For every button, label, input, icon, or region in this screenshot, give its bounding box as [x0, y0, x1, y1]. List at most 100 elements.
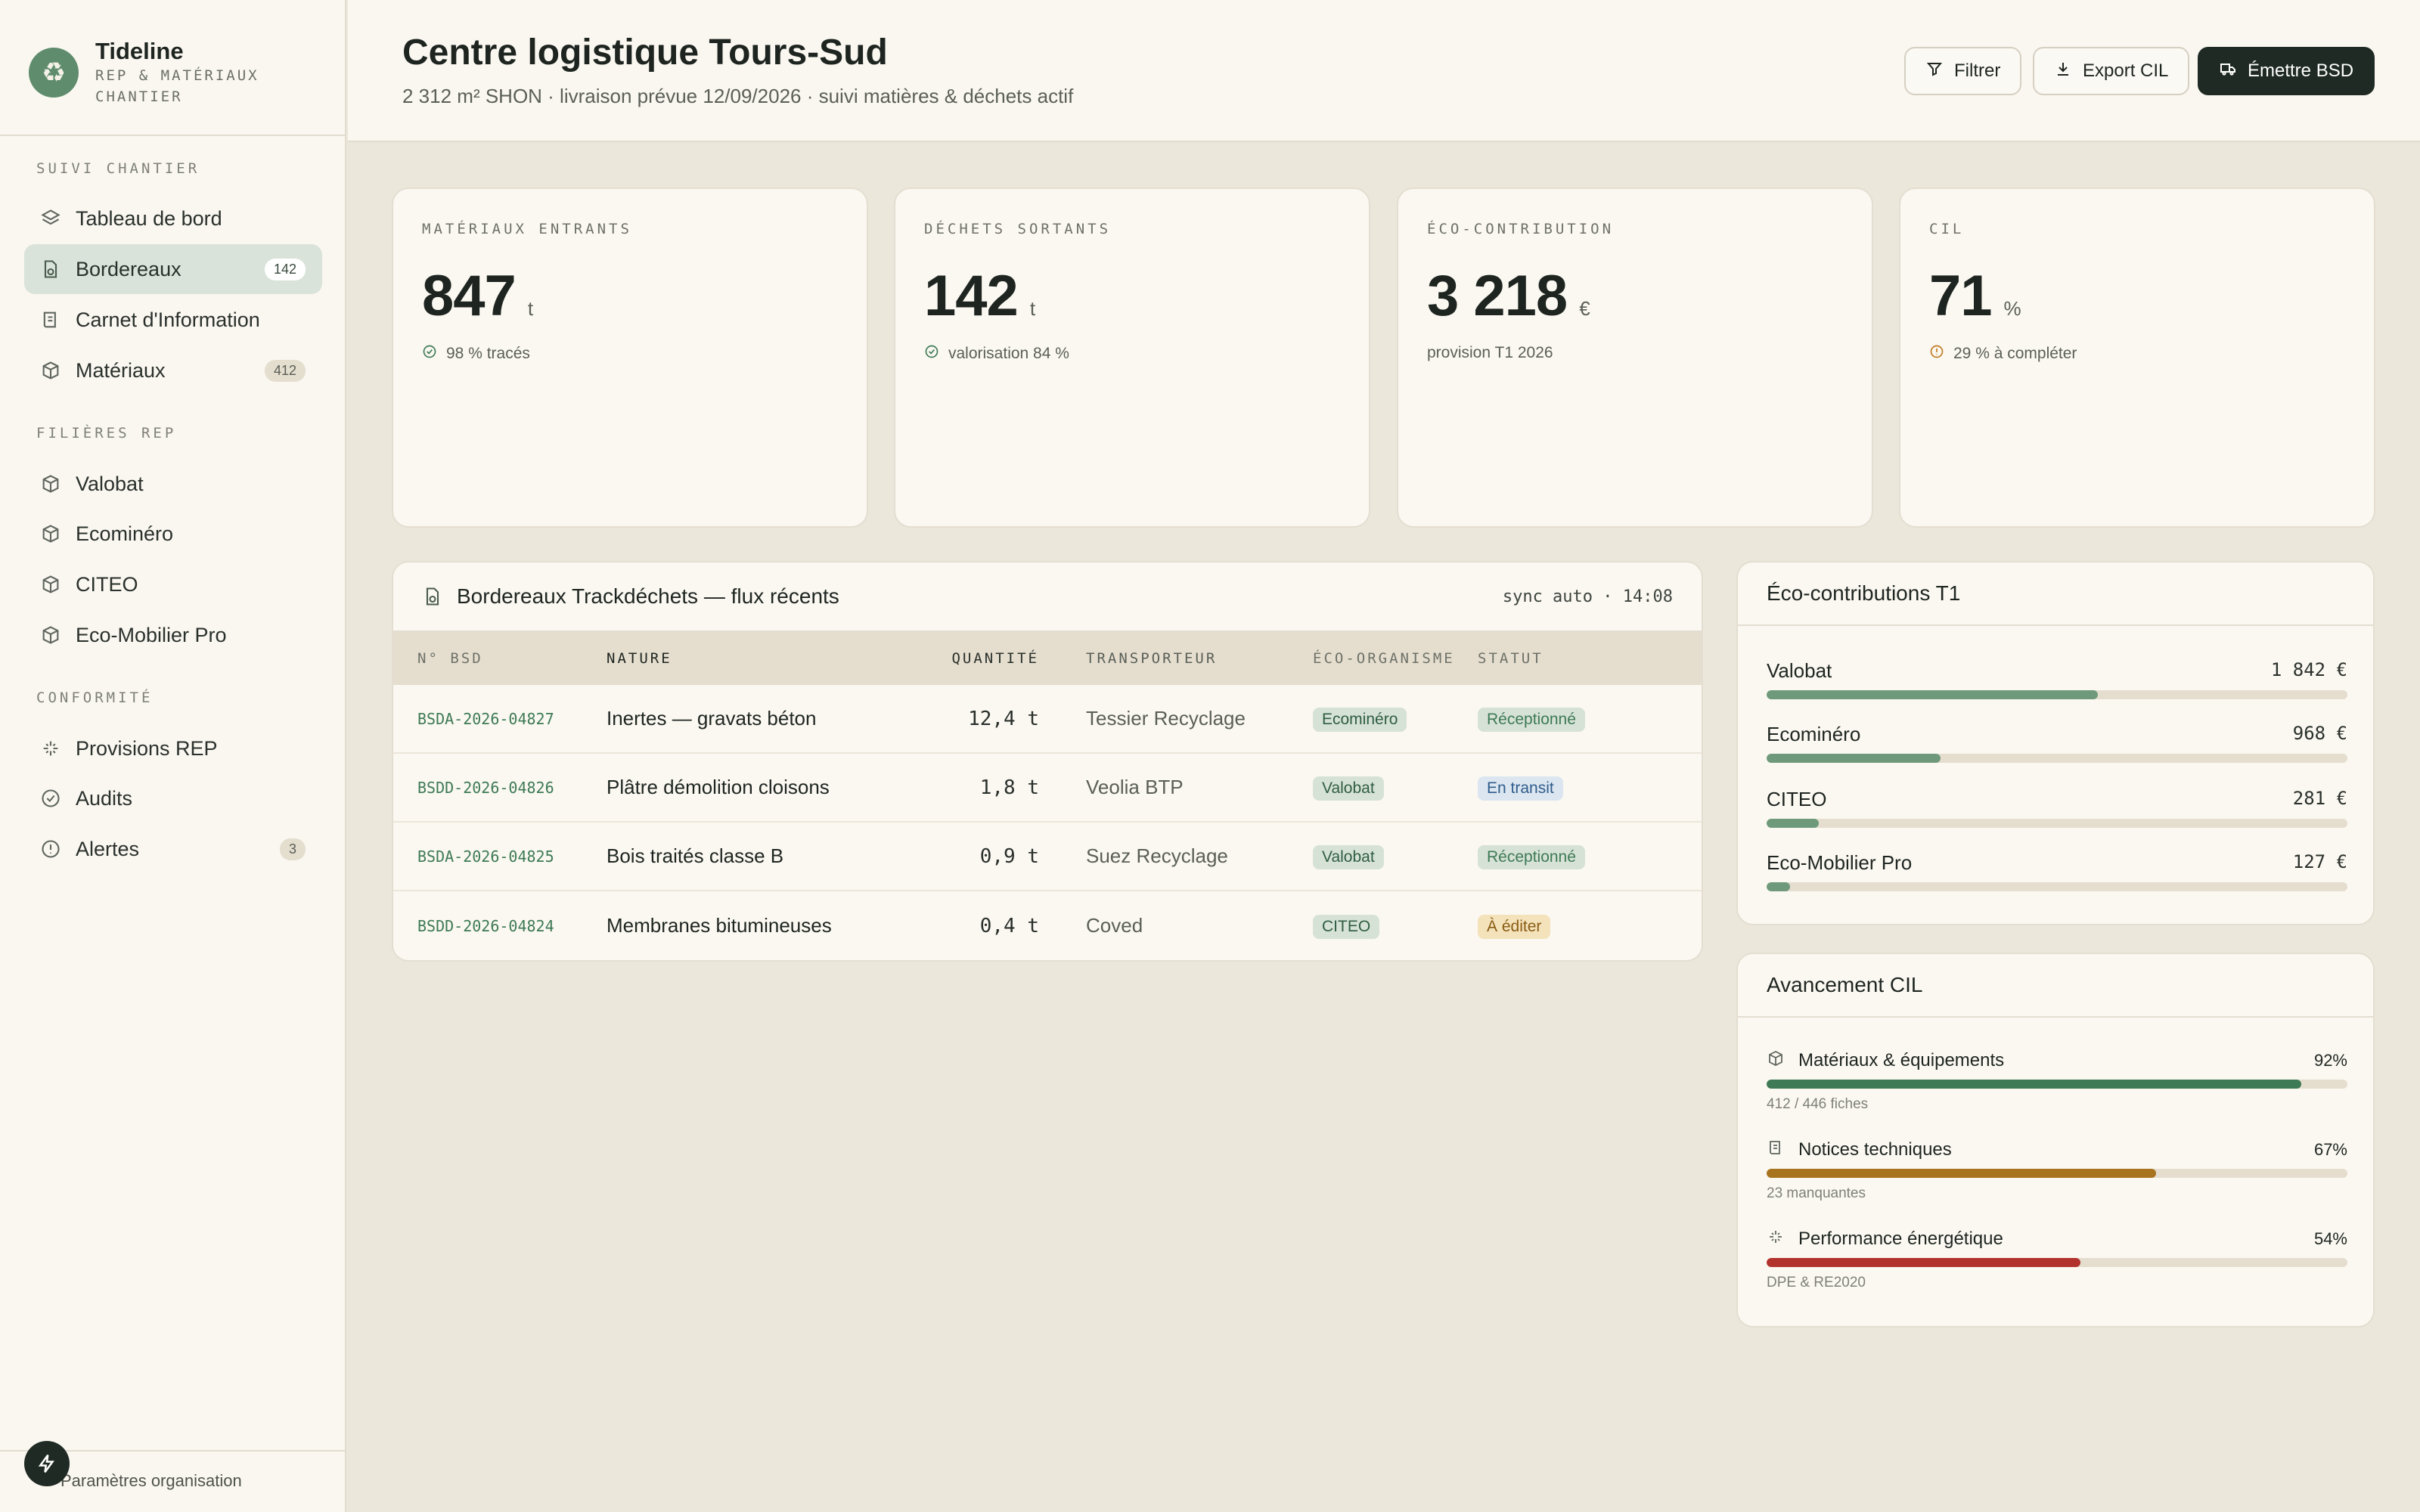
count-badge: 412	[264, 359, 306, 382]
kpi-value: 142	[924, 264, 1019, 328]
sidebar-item-ecominero[interactable]: Ecominéro	[24, 509, 322, 559]
truck-icon	[2219, 60, 2237, 83]
cil-progress-row: Performance énergétique 54% DPE & RE2020	[1767, 1228, 2347, 1291]
column-header[interactable]: TRANSPORTEUR	[1039, 650, 1266, 667]
filter-button[interactable]: Filtrer	[1904, 47, 2022, 95]
panel-title: Éco-contributions T1	[1767, 581, 1961, 605]
column-header[interactable]: ÉCO-ORGANISME	[1266, 650, 1478, 667]
eco-name: Eco-Mobilier Pro	[1767, 851, 1913, 874]
document-recycle-icon	[39, 258, 62, 280]
page-subtitle: 2 312 m² SHON · livraison prévue 12/09/2…	[402, 85, 1074, 107]
kpi-unit: t	[527, 297, 534, 320]
eco-amount: 968 €	[2292, 723, 2347, 744]
sidebar-item-bordereaux[interactable]: Bordereaux 142	[24, 244, 322, 294]
eco-bar-fill	[1767, 754, 1941, 763]
sidebar-item-tableau-de-bord[interactable]: Tableau de bord	[24, 194, 322, 243]
quantity: 0,9 t	[979, 844, 1039, 868]
cil-item-sub: 412 / 446 fiches	[1767, 1096, 1869, 1112]
sidebar-item-label: Bordereaux	[76, 257, 182, 280]
bsd-id[interactable]: BSDA-2026-04827	[393, 710, 607, 728]
emit-bsd-button[interactable]: Émettre BSD	[2198, 47, 2375, 95]
column-header[interactable]: STATUT	[1478, 650, 1629, 667]
column-header[interactable]: NATURE	[607, 650, 918, 667]
sidebar-item-eco-mobilier[interactable]: Eco-Mobilier Pro	[24, 610, 322, 660]
brand-subtitle: CHANTIER	[95, 88, 183, 105]
kpi-note: provision T1 2026	[1427, 344, 1553, 361]
carrier: Coved	[1086, 914, 1143, 937]
notebook-icon	[1767, 1139, 1786, 1161]
page-header: Centre logistique Tours-Sud 2 312 m² SHO…	[348, 0, 2420, 142]
table-row[interactable]: BSDA-2026-04827 Inertes — gravats béton …	[393, 685, 1702, 754]
sidebar-item-alertes[interactable]: Alertes 3	[24, 824, 322, 874]
export-cil-button[interactable]: Export CIL	[2033, 47, 2190, 95]
nature: Inertes — gravats béton	[607, 707, 817, 730]
sidebar-item-label: Valobat	[76, 472, 144, 495]
cil-item-percent: 67%	[2313, 1140, 2347, 1159]
eco-contribution-row: CITEO 281 €	[1767, 788, 2347, 828]
kpi-value: 71	[1929, 264, 1993, 328]
kpi-label: DÉCHETS SORTANTS	[924, 221, 1112, 237]
status-badge: Réceptionné	[1478, 707, 1585, 732]
bsd-id[interactable]: BSDD-2026-04824	[393, 917, 607, 935]
bsd-id[interactable]: BSDA-2026-04825	[393, 847, 607, 866]
kpi-unit: t	[1029, 297, 1036, 320]
sidebar-item-audits[interactable]: Audits	[24, 773, 322, 823]
carrier: Veolia BTP	[1086, 776, 1184, 798]
quantity: 12,4 t	[968, 707, 1039, 730]
page-title: Centre logistique Tours-Sud	[402, 33, 888, 73]
sparkle-icon	[1767, 1228, 1786, 1250]
cil-item-name: Notices techniques	[1798, 1139, 1952, 1160]
kpi-unit: €	[1579, 297, 1590, 320]
sidebar-item-carnet[interactable]: Carnet d'Information	[24, 295, 322, 345]
sidebar-item-materiaux[interactable]: Matériaux 412	[24, 345, 322, 395]
table-row[interactable]: BSDD-2026-04824 Membranes bitumineuses 0…	[393, 891, 1702, 960]
check-circle-icon	[39, 787, 62, 810]
eco-contribution-row: Ecominéro 968 €	[1767, 723, 2347, 763]
eco-contribution-row: Valobat 1 842 €	[1767, 659, 2347, 699]
notebook-icon	[39, 308, 62, 331]
sidebar-item-provisions[interactable]: Provisions REP	[24, 723, 322, 773]
column-header[interactable]: N° BSD	[393, 650, 607, 667]
table-row[interactable]: BSDD-2026-04826 Plâtre démolition cloiso…	[393, 754, 1702, 823]
eco-name: Valobat	[1767, 659, 1832, 682]
check-circle-icon	[422, 344, 437, 364]
eco-amount: 127 €	[2292, 851, 2347, 872]
nav-section-filieres: FILIÈRES REP	[36, 425, 177, 442]
settings-link[interactable]: Paramètres organisation	[60, 1471, 242, 1491]
eco-amount: 1 842 €	[2270, 659, 2347, 680]
status-badge: Réceptionné	[1478, 844, 1585, 869]
cil-bar-fill	[1767, 1169, 2156, 1178]
eco-contributions-panel: Éco-contributions T1 Valobat 1 842 € Ecom…	[1736, 561, 2375, 925]
cube-icon	[39, 359, 62, 382]
eco-contribution-row: Eco-Mobilier Pro 127 €	[1767, 851, 2347, 891]
bolt-icon[interactable]	[24, 1441, 70, 1486]
brand-name: Tideline	[95, 38, 184, 64]
eco-organisme-badge: Valobat	[1313, 776, 1384, 801]
kpi-value: 3 218	[1427, 264, 1568, 328]
sidebar-item-valobat[interactable]: Valobat	[24, 459, 322, 509]
brand[interactable]: ♻ Tideline REP & MATÉRIAUX CHANTIER	[29, 38, 259, 107]
check-circle-icon	[924, 344, 939, 364]
panel-title: Bordereaux Trackdéchets — flux récents	[457, 584, 839, 608]
document-recycle-icon	[422, 586, 443, 607]
cube-icon	[39, 624, 62, 646]
cil-item-sub: 23 manquantes	[1767, 1185, 1866, 1201]
status-badge: En transit	[1478, 776, 1563, 801]
bsd-id[interactable]: BSDD-2026-04826	[393, 779, 607, 797]
cube-icon	[39, 573, 62, 596]
divider	[0, 135, 345, 136]
status-badge: À éditer	[1478, 914, 1551, 939]
export-label: Export CIL	[2083, 60, 2169, 81]
table-row[interactable]: BSDA-2026-04825 Bois traités classe B 0,…	[393, 823, 1702, 891]
layers-icon	[39, 207, 62, 230]
nature: Bois traités classe B	[607, 844, 784, 867]
filter-label: Filtrer	[1954, 60, 2001, 81]
kpi-value: 847	[422, 264, 517, 328]
eco-name: CITEO	[1767, 788, 1827, 810]
column-header[interactable]: QUANTITÉ	[918, 650, 1039, 667]
sidebar-item-citeo[interactable]: CITEO	[24, 559, 322, 609]
nature: Membranes bitumineuses	[607, 914, 832, 937]
cil-progress-row: Matériaux & équipements 92% 412 / 446 fi…	[1767, 1049, 2347, 1113]
kpi-card-eco-contribution: ÉCO-CONTRIBUTION 3 218 € provision T1 20…	[1397, 187, 1873, 528]
eco-amount: 281 €	[2292, 788, 2347, 809]
